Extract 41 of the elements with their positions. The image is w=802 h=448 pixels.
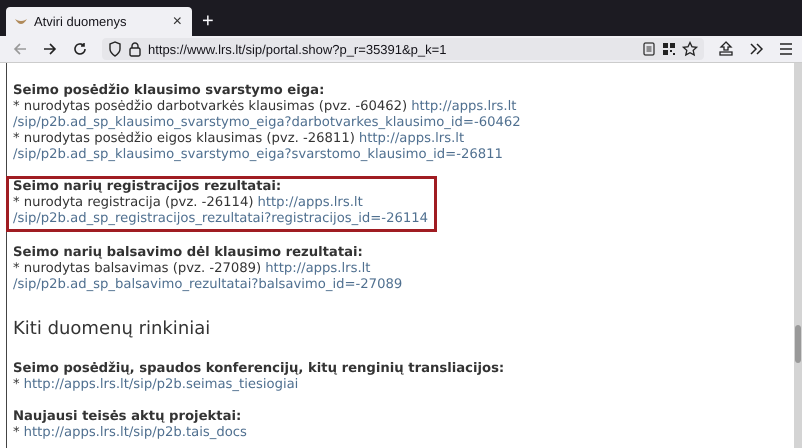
dataset-title: Naujausi teisės aktų projektai: — [13, 409, 242, 425]
url-link[interactable]: http://apps.lrs.lt/sip/p2b.seimas_tiesiogiai — [24, 377, 298, 392]
reader-view-icon[interactable] — [642, 42, 656, 56]
dataset-title: Seimo posėdžio klausimo svarstymo eiga: — [13, 83, 326, 99]
address-bar[interactable]: https://www.lrs.lt/sip/portal.show?p_r=35391&p_k=1 — [102, 38, 704, 60]
qr-code-icon[interactable] — [662, 42, 676, 56]
dataset-description: * nurodytas posėdžio darbotvarkės klausimas (pvz. -60462) — [13, 99, 408, 114]
lock-icon — [128, 41, 142, 57]
scrollbar[interactable] — [794, 63, 802, 448]
shield-icon — [108, 41, 122, 57]
url-link[interactable]: http://apps.lrs.lt — [265, 261, 370, 276]
close-tab-button[interactable]: × — [170, 12, 184, 30]
url-link[interactable]: http://apps.lrs.lt — [411, 99, 516, 114]
bookmark-star-icon[interactable] — [682, 41, 698, 57]
dataset-description: * nurodytas balsavimas (pvz. -27089) — [13, 261, 262, 276]
section-heading: Kiti duomenų rinkiniai — [13, 321, 212, 337]
url-link[interactable]: http://apps.lrs.lt — [257, 195, 363, 210]
browser-tab[interactable]: Atviri duomenys × — [6, 7, 192, 36]
url-link[interactable]: /sip/p2b.ad_sp_klausimo_svarstymo_eiga?svarstomo_klausimo_id=-26811 — [13, 147, 503, 162]
overflow-chevron-icon[interactable] — [748, 41, 764, 57]
menu-icon[interactable] — [778, 41, 794, 57]
dataset-description: * nurodytas posėdžio eigos klausimas (pvz. -26811) — [13, 131, 355, 146]
bowl-icon — [14, 16, 28, 26]
url-link[interactable]: http://apps.lrs.lt/sip/p2b.tais_docs — [24, 425, 247, 440]
forward-icon[interactable] — [42, 41, 58, 57]
url-link[interactable]: /sip/p2b.ad_sp_klausimo_svarstymo_eiga?darbotvarkes_klausimo_id=-60462 — [13, 115, 521, 130]
url-link[interactable]: /sip/p2b.ad_sp_registracijos_rezultatai?registracijos_id=-26114 — [13, 211, 428, 226]
dataset-description: * — [13, 377, 20, 392]
url-text: https://www.lrs.lt/sip/portal.show?p_r=35391&p_k=1 — [148, 42, 446, 56]
dataset-title: Seimo narių registracijos rezultatai: — [13, 179, 282, 195]
scrollbar-thumb[interactable] — [795, 325, 801, 363]
reload-icon[interactable] — [72, 41, 88, 57]
new-tab-button[interactable]: + — [192, 7, 224, 36]
tab-title: Atviri duomenys — [34, 14, 128, 29]
extension-icon[interactable] — [718, 41, 734, 57]
dataset-title: Seimo narių balsavimo dėl klausimo rezultatai: — [13, 245, 364, 261]
dataset-description: * — [13, 425, 20, 440]
url-link[interactable]: /sip/p2b.ad_sp_balsavimo_rezultatai?balsavimo_id=-27089 — [13, 277, 402, 292]
url-link[interactable]: http://apps.lrs.lt — [358, 131, 464, 146]
dataset-description: * nurodyta registracija (pvz. -26114) — [13, 195, 254, 210]
dataset-title: Seimo posėdžių, spaudos konferencijų, kitų renginių transliacijos: — [13, 361, 506, 377]
